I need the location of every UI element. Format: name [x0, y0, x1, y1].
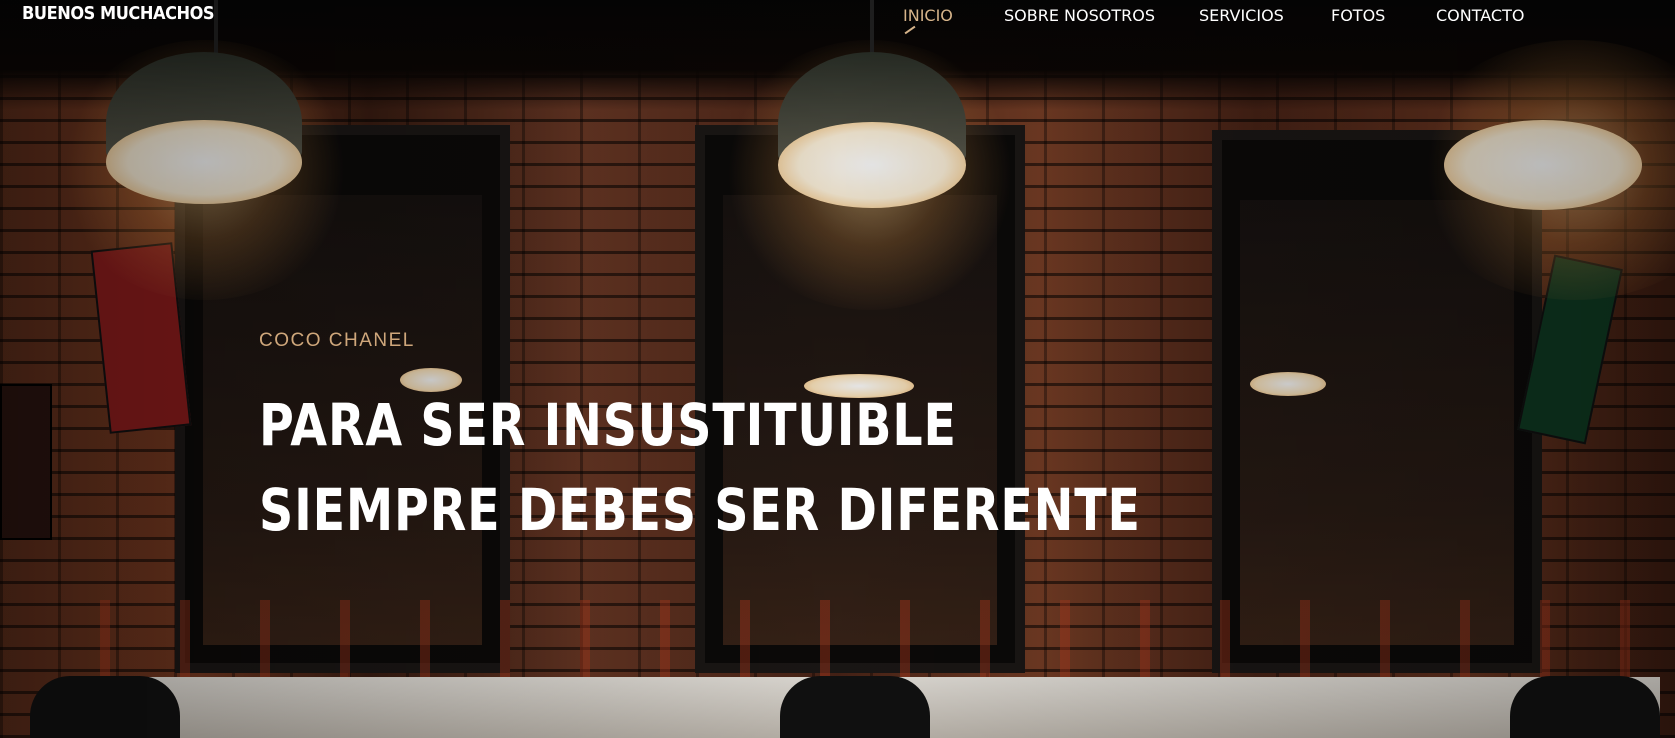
nav-link-servicios[interactable]: SERVICIOS — [1199, 6, 1284, 25]
nav-link-contacto[interactable]: CONTACTO — [1436, 6, 1524, 25]
brand-logo[interactable]: BUENOS MUCHACHOS — [22, 3, 215, 24]
nav-link-fotos[interactable]: FOTOS — [1331, 6, 1385, 25]
hero-background-photo — [0, 0, 1675, 738]
hero-headline-line-1: PARA SER INSUSTITUIBLE — [259, 391, 957, 459]
top-navbar: BUENOS MUCHACHOS INICIO SOBRE NOSOTROS S… — [0, 0, 1675, 35]
nav-link-inicio[interactable]: INICIO — [903, 6, 953, 25]
quote-author: COCO CHANEL — [259, 330, 415, 351]
hero-headline-line-2: SIEMPRE DEBES SER DIFERENTE — [259, 476, 1141, 544]
nav-link-sobre-nosotros[interactable]: SOBRE NOSOTROS — [1004, 6, 1155, 25]
